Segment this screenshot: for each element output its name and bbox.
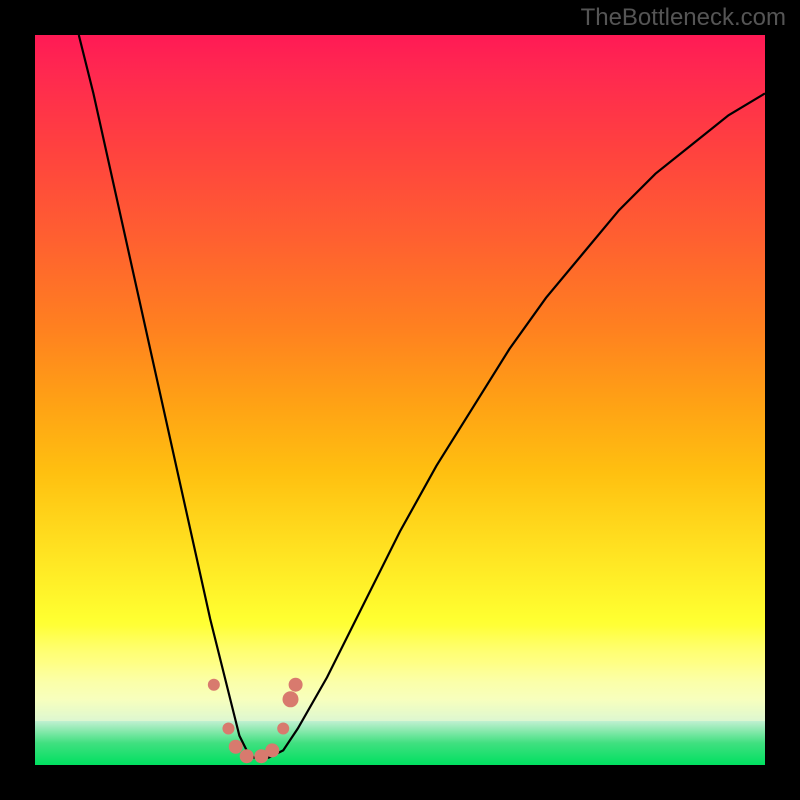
data-marker [265, 743, 279, 757]
data-marker [240, 749, 254, 763]
watermark-text: TheBottleneck.com [581, 4, 786, 32]
curve-layer [79, 35, 765, 758]
data-marker [289, 678, 303, 692]
chart-svg [35, 35, 765, 765]
data-marker [283, 691, 299, 707]
plot-area [35, 35, 765, 765]
data-marker [208, 679, 220, 691]
bottleneck-curve [79, 35, 765, 758]
data-marker [222, 723, 234, 735]
data-marker [277, 723, 289, 735]
data-marker [229, 740, 243, 754]
marker-layer [208, 678, 303, 764]
